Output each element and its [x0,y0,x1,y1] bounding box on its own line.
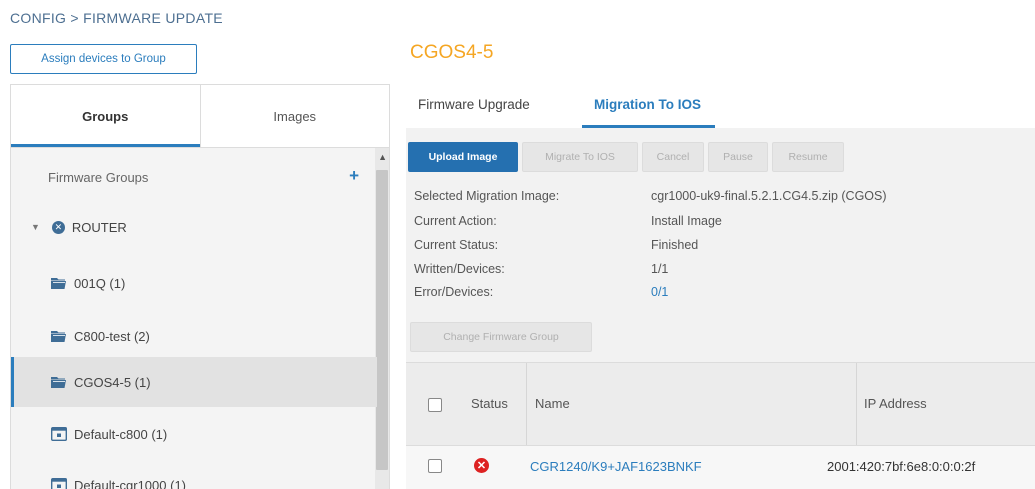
breadcrumb: CONFIG > FIRMWARE UPDATE [10,10,223,26]
migration-panel: Upload Image Migrate To IOS Cancel Pause… [406,128,1035,489]
page-title: CGOS4-5 [410,42,494,63]
tab-firmware-upgrade[interactable]: Firmware Upgrade [418,80,530,128]
device-table-header: Status Name IP Address [406,362,1035,446]
folder-icon [51,331,66,342]
error-devices-link[interactable]: 0/1 [651,285,668,299]
current-action-label: Current Action: [414,214,497,228]
table-row[interactable]: ✕ CGR1240/K9+JAF1623BNKF 2001:420:7bf:6e… [406,446,1035,489]
ip-address-column-header[interactable]: IP Address [864,396,927,411]
group-label: Default-cgr1000 (1) [74,477,186,489]
tab-images[interactable]: Images [199,85,390,147]
upload-image-button[interactable]: Upload Image [408,142,518,172]
tab-migration-to-ios[interactable]: Migration To IOS [582,80,715,128]
group-item[interactable]: Default-c800 (1) [11,409,377,459]
scrollbar-thumb[interactable] [376,170,388,470]
group-label: 001Q (1) [74,275,126,291]
group-item[interactable]: 001Q (1) [11,258,377,308]
selected-image-label: Selected Migration Image: [414,189,560,203]
error-status-icon: ✕ [474,458,489,473]
firmware-groups-heading: Firmware Groups [48,169,149,185]
error-devices-label: Error/Devices: [414,285,494,299]
firmware-groups-tree: ▲ Firmware Groups + ▼ ✕ ROUTER 001Q (1) … [10,148,390,489]
written-devices-label: Written/Devices: [414,262,505,276]
current-status-label: Current Status: [414,238,499,252]
resume-button[interactable]: Resume [772,142,844,172]
folder-icon [51,278,66,289]
column-divider [526,363,527,445]
selected-image-value: cgr1000-uk9-final.5.2.1.CG4.5.zip (CGOS) [651,189,887,203]
caret-down-icon[interactable]: ▼ [31,222,40,232]
tab-groups[interactable]: Groups [11,85,200,147]
cancel-button[interactable]: Cancel [642,142,704,172]
router-icon: ✕ [51,220,65,234]
main-tabs: Firmware Upgrade Migration To IOS [406,80,1035,128]
current-action-value: Install Image [651,214,722,228]
status-column-header[interactable]: Status [471,396,508,411]
change-firmware-group-button[interactable]: Change Firmware Group [410,322,592,352]
written-devices-value: 1/1 [651,262,669,276]
device-group-icon [51,427,67,441]
migrate-to-ios-button[interactable]: Migrate To IOS [522,142,638,172]
column-divider [856,363,857,445]
add-group-icon[interactable]: + [349,166,359,186]
group-label: C800-test (2) [74,328,150,344]
device-group-icon [51,478,67,489]
select-all-checkbox[interactable] [428,398,442,412]
device-name-link[interactable]: CGR1240/K9+JAF1623BNKF [530,459,702,474]
sidebar-scrollbar[interactable]: ▲ [375,148,389,489]
assign-devices-button[interactable]: Assign devices to Group [10,44,197,74]
group-item[interactable]: C800-test (2) [11,311,377,361]
group-item-selected[interactable]: CGOS4-5 (1) [11,357,377,407]
row-checkbox[interactable] [428,459,442,473]
group-label: CGOS4-5 (1) [74,374,151,390]
sidebar-tabs: Groups Images [10,84,390,148]
router-label: ROUTER [71,219,127,235]
pause-button[interactable]: Pause [708,142,768,172]
group-item[interactable]: Default-cgr1000 (1) [11,460,377,489]
scroll-up-arrow-icon[interactable]: ▲ [378,152,387,162]
current-status-value: Finished [651,238,699,252]
tree-node-router[interactable]: ▼ ✕ ROUTER [11,202,377,252]
group-label: Default-c800 (1) [74,426,168,442]
device-ip-address: 2001:420:7bf:6e8:0:0:0:2f [827,459,976,474]
folder-icon [51,377,66,388]
name-column-header[interactable]: Name [535,396,570,411]
firmware-groups-header: Firmware Groups + [11,152,377,202]
